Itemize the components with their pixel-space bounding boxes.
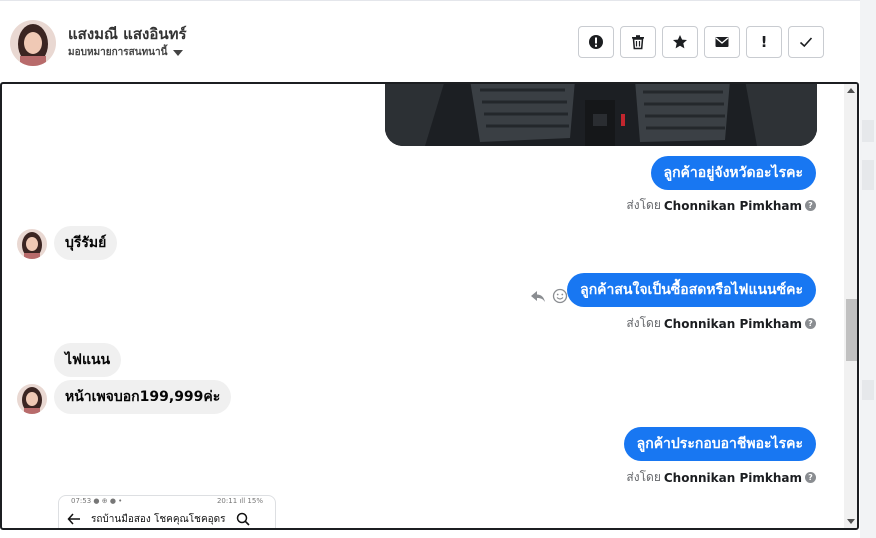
conversation-toolbar: ! xyxy=(578,26,824,58)
phone-status-bar: 07:53 ● ⊕ ● • 20:11 ıll 15% xyxy=(71,497,263,505)
sent-by-label: ส่งโดย Chonnikan Pimkham ? xyxy=(626,196,816,215)
phone-search-text: รถบ้านมือสอง โชคคุณโชคอุดร xyxy=(91,513,226,525)
mark-spam-button[interactable] xyxy=(578,26,614,58)
contact-avatar-small xyxy=(17,229,47,259)
contact-avatar[interactable] xyxy=(10,20,56,66)
thread-scrollbar[interactable] xyxy=(844,84,857,528)
message-incoming[interactable]: ไฟแนน xyxy=(54,343,122,377)
sent-by-label: ส่งโดย Chonnikan Pimkham ? xyxy=(626,468,816,487)
message-outgoing[interactable]: ลูกค้าอยู่จังหวัดอะไรคะ xyxy=(650,156,816,190)
check-icon xyxy=(799,37,813,48)
agent-name[interactable]: Chonnikan Pimkham xyxy=(664,317,802,331)
message-thread[interactable]: ลูกค้าอยู่จังหวัดอะไรคะ ส่งโดย Chonnikan… xyxy=(0,82,859,530)
trash-icon xyxy=(632,35,644,50)
scroll-down-arrow-icon[interactable] xyxy=(847,519,855,524)
star-button[interactable] xyxy=(662,26,698,58)
help-icon[interactable]: ? xyxy=(805,318,816,329)
car-interior-image[interactable] xyxy=(385,84,817,146)
message-actions xyxy=(530,288,568,304)
mark-unread-button[interactable] xyxy=(704,26,740,58)
contact-avatar-small xyxy=(17,384,47,414)
follow-up-button[interactable]: ! xyxy=(746,26,782,58)
agent-name[interactable]: Chonnikan Pimkham xyxy=(664,199,802,213)
star-icon xyxy=(673,35,687,49)
conversation-header: แสงมณี แสงอินทร์ มอบหมายการสนทนานี้ ! xyxy=(0,0,860,83)
delete-button[interactable] xyxy=(620,26,656,58)
scrollbar-thumb[interactable] xyxy=(846,299,857,361)
reply-icon[interactable] xyxy=(530,288,546,304)
assign-label: มอบหมายการสนทนานี้ xyxy=(68,47,168,58)
back-arrow-icon xyxy=(67,513,80,525)
contact-name: แสงมณี แสงอินทร์ xyxy=(68,25,187,43)
message-incoming[interactable]: หน้าเพจบอก199,999ค่ะ xyxy=(54,380,232,414)
scroll-up-arrow-icon[interactable] xyxy=(847,88,855,93)
message-incoming[interactable]: บุรีรัมย์ xyxy=(54,226,118,260)
exclamation-icon: ! xyxy=(760,33,768,51)
search-icon xyxy=(236,512,250,526)
sent-by-label: ส่งโดย Chonnikan Pimkham ? xyxy=(626,314,816,333)
agent-name[interactable]: Chonnikan Pimkham xyxy=(664,471,802,485)
mark-done-button[interactable] xyxy=(788,26,824,58)
alert-circle-icon xyxy=(589,35,603,49)
help-icon[interactable]: ? xyxy=(805,200,816,211)
shared-phone-screenshot[interactable]: 07:53 ● ⊕ ● • 20:11 ıll 15% รถบ้านมือสอง… xyxy=(58,495,276,528)
message-outgoing[interactable]: ลูกค้าสนใจเป็นซื้อสดหรือไฟแนนซ์คะ xyxy=(567,273,816,307)
help-icon[interactable]: ? xyxy=(805,472,816,483)
assign-conversation-dropdown[interactable]: มอบหมายการสนทนานี้ xyxy=(68,45,184,60)
emoji-reaction-icon[interactable] xyxy=(552,288,568,304)
envelope-icon xyxy=(715,37,729,47)
page-side-strip xyxy=(860,0,876,538)
message-outgoing[interactable]: ลูกค้าประกอบอาชีพอะไรคะ xyxy=(623,427,816,461)
phone-search-bar: รถบ้านมือสอง โชคคุณโชคอุดร xyxy=(59,506,275,528)
caret-down-icon xyxy=(173,49,184,56)
